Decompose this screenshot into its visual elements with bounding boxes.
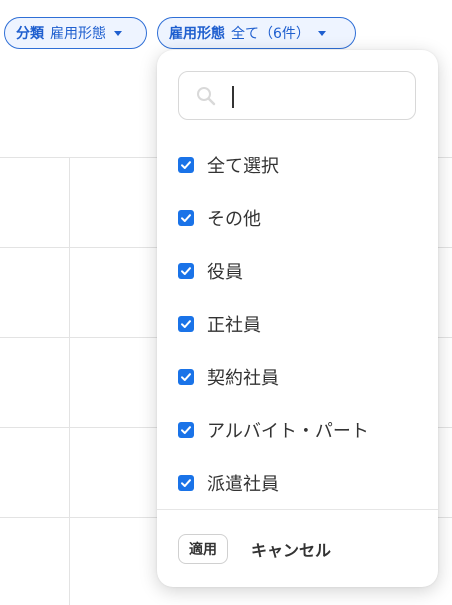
chip-value: 全て（6件） <box>231 26 310 42</box>
checkbox-option[interactable]: その他 <box>157 191 438 244</box>
checkmark-icon <box>181 160 191 169</box>
option-label: アルバイト・パート <box>207 420 369 442</box>
checkmark-icon <box>181 478 191 487</box>
employment-type-filter-chip[interactable]: 雇用形態 全て（6件） <box>157 17 356 49</box>
checkmark-icon <box>181 266 191 275</box>
checkbox[interactable] <box>178 209 194 226</box>
option-label: 全て選択 <box>207 155 279 177</box>
filter-dropdown-panel: 全て選択その他役員正社員契約社員アルバイト・パート 派遣社員 適用 キャンセル <box>157 50 438 587</box>
search-box[interactable] <box>178 71 416 120</box>
cancel-button[interactable]: キャンセル <box>247 534 335 564</box>
checkmark-icon <box>181 425 191 434</box>
checkbox-option[interactable]: 役員 <box>157 244 438 297</box>
text-cursor <box>232 86 234 108</box>
option-label: 役員 <box>207 261 243 283</box>
checkbox[interactable] <box>178 368 194 385</box>
caret-down-icon <box>317 30 326 36</box>
option-label: その他 <box>207 208 261 230</box>
checkbox-option[interactable]: 派遣社員 <box>157 456 438 509</box>
checkmark-icon <box>181 372 191 381</box>
apply-button[interactable]: 適用 <box>178 534 228 564</box>
option-list: 全て選択その他役員正社員契約社員アルバイト・パート 派遣社員 <box>157 138 438 509</box>
checkbox[interactable] <box>178 315 194 332</box>
chip-label: 雇用形態 <box>169 26 225 42</box>
checkmark-icon <box>181 213 191 222</box>
checkmark-icon <box>181 319 191 328</box>
select-all-option[interactable]: 全て選択 <box>157 138 438 191</box>
search-icon <box>197 87 216 106</box>
option-label: 契約社員 <box>207 367 279 389</box>
checkbox[interactable] <box>178 262 194 279</box>
chip-label: 分類 <box>16 26 44 42</box>
checkbox-option[interactable]: アルバイト・パート <box>157 403 438 456</box>
search-input[interactable] <box>227 82 397 110</box>
category-filter-chip[interactable]: 分類 雇用形態 <box>4 17 147 49</box>
divider <box>157 509 438 510</box>
checkbox[interactable] <box>178 156 194 173</box>
caret-down-icon <box>114 30 122 36</box>
checkbox-option[interactable]: 正社員 <box>157 297 438 350</box>
chip-value: 雇用形態 <box>50 26 106 42</box>
checkbox[interactable] <box>178 421 194 438</box>
grid-line <box>69 157 70 605</box>
checkbox[interactable] <box>178 474 194 491</box>
option-label: 正社員 <box>207 314 261 336</box>
option-label: 派遣社員 <box>207 473 279 495</box>
checkbox-option[interactable]: 契約社員 <box>157 350 438 403</box>
